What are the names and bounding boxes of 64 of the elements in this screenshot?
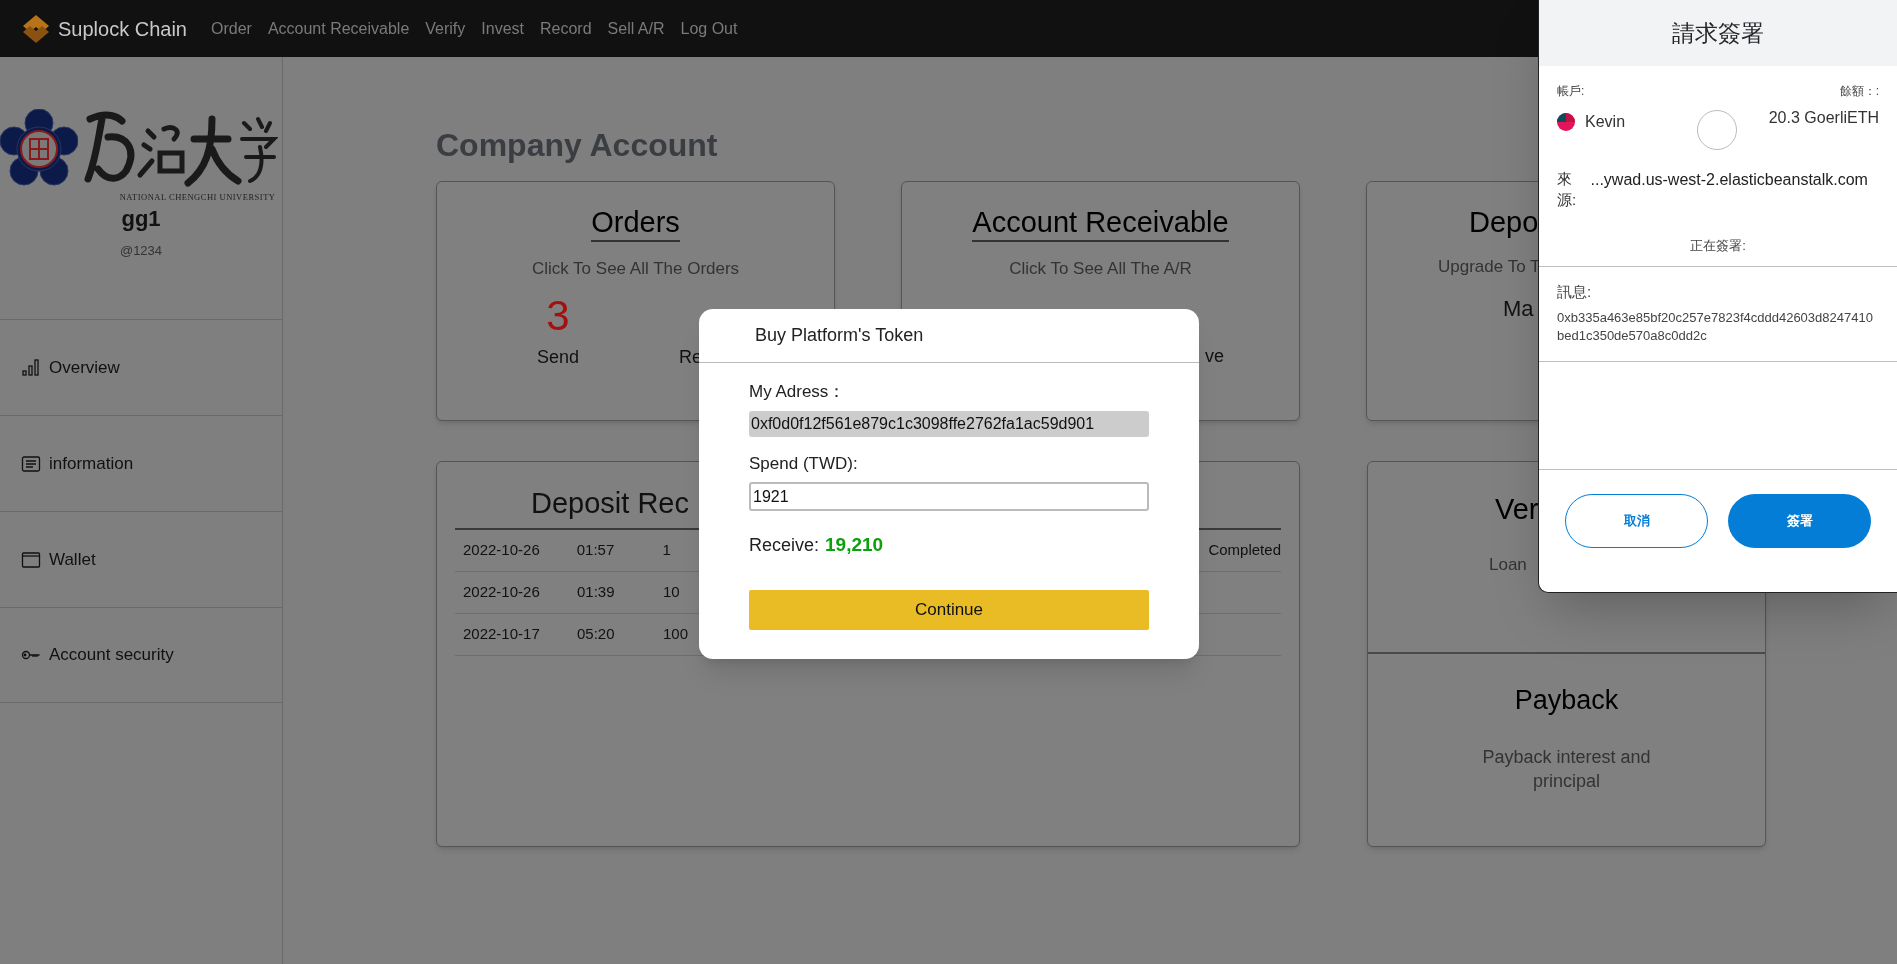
card-title: Account Receivable: [972, 204, 1229, 243]
address-field[interactable]: 0xf0d0f12f561e879c1c3098ffe2762fa1ac59d901: [749, 410, 1149, 437]
document-icon: [21, 453, 41, 474]
continue-button[interactable]: Continue: [749, 589, 1149, 630]
circle-icon: [1696, 110, 1737, 150]
nav-link[interactable]: Order: [210, 16, 252, 41]
sign-button[interactable]: 簽署: [1728, 493, 1871, 548]
window-icon: [21, 549, 41, 570]
card-title: Depo: [1469, 205, 1539, 240]
receive-amount: 19,210: [825, 533, 884, 557]
table-cell-text: 2022-10-17: [462, 623, 541, 644]
account-label: 帳戶:: [1557, 83, 1585, 100]
table-cell-text: 10: [663, 581, 681, 602]
order-count: 3: [546, 290, 570, 341]
sidebar-item[interactable]: information: [0, 415, 282, 511]
nav-link[interactable]: Account Receivable: [267, 16, 410, 41]
card-subtitle: Click To See All The Orders: [531, 258, 740, 281]
message-text: 0xb335a463e85bf20c257e7823f4cddd42603d8247410bed1c350de570a8c0dd2c: [1557, 309, 1874, 346]
receive-label: Receive:: [749, 534, 820, 557]
table-cell-text: 01:39: [577, 581, 616, 602]
card-title: Ver: [1495, 492, 1539, 527]
table-cell-text: 2022-10-26: [462, 539, 541, 560]
nav-link[interactable]: Record: [540, 16, 592, 41]
field-label: Spend (TWD):: [749, 452, 859, 475]
nav-link[interactable]: Invest: [481, 16, 524, 41]
message-label: 訊息:: [1557, 281, 1593, 302]
username: gg1: [121, 204, 161, 233]
table-cell-text: 100: [663, 623, 690, 644]
bar-chart-icon: [21, 357, 41, 378]
table-cell-text: Completed: [1208, 539, 1281, 560]
university-caption: NATIONAL CHENGCHI UNIVERSITY: [119, 191, 276, 204]
table-cell-text: 1: [662, 539, 672, 560]
popup-title: 請求簽署: [1672, 18, 1764, 48]
nav-link[interactable]: Log Out: [680, 16, 738, 41]
stat-label: ve: [1205, 345, 1224, 366]
user-handle: @1234: [119, 241, 163, 260]
card-title: Orders: [591, 204, 680, 243]
card-subtitle: Loan: [1489, 553, 1527, 576]
cancel-button[interactable]: 取消: [1565, 493, 1708, 548]
card-text: Ma: [1503, 294, 1534, 323]
card-subtitle: Payback interest and principal: [1481, 745, 1652, 794]
table-cell-text: 05:20: [577, 623, 616, 644]
balance: 20.3 GoerliETH: [1768, 108, 1879, 128]
sidebar-item[interactable]: Overview: [0, 319, 282, 415]
stat-label: Send: [536, 346, 579, 370]
sidebar-item[interactable]: Wallet: [0, 511, 282, 607]
sidebar-item[interactable]: Account security: [0, 607, 282, 703]
logo-icon: [22, 13, 50, 44]
record-title: Deposit Rec: [531, 487, 689, 519]
origin-url: ...ywad.us-west-2.elasticbeanstalk.com: [1590, 170, 1868, 190]
page-title: Company Account: [436, 129, 718, 165]
signing-label: 正在簽署:: [1690, 237, 1746, 255]
account-name: Kevin: [1585, 112, 1626, 132]
card-subtitle: Click To See All The A/R: [1009, 258, 1192, 281]
card-title: Payback: [1514, 684, 1619, 717]
brand-name[interactable]: Suplock Chain: [58, 13, 187, 44]
avatar-icon: [1557, 113, 1575, 131]
origin-label: 來源:: [1557, 169, 1577, 210]
spend-field[interactable]: 1921: [749, 482, 1149, 511]
table-cell-text: 2022-10-26: [462, 581, 541, 602]
balance-label: 餘額：:: [1839, 83, 1879, 100]
nav-link[interactable]: Sell A/R: [607, 16, 665, 41]
table-cell-text: 01:57: [576, 539, 616, 560]
nav-link[interactable]: Verify: [425, 16, 466, 41]
